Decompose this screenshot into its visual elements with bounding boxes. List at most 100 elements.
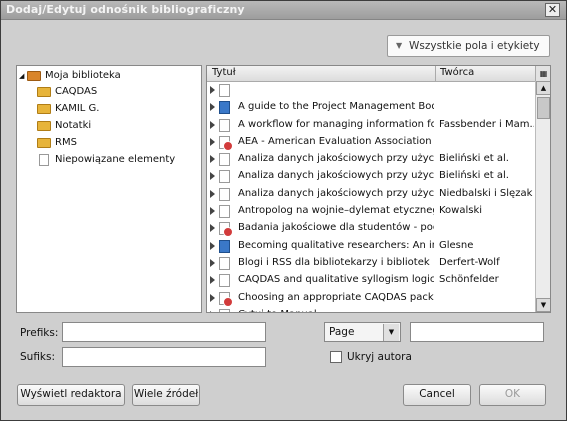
folder-icon [37, 104, 51, 114]
table-row[interactable]: Cytuj.to Manual [207, 307, 535, 312]
table-row[interactable]: AEA - American Evaluation Association : … [207, 134, 535, 151]
expand-arrow-icon[interactable] [210, 224, 215, 233]
article-icon [219, 84, 230, 97]
article-icon [219, 118, 230, 132]
expand-arrow-icon[interactable] [210, 293, 215, 302]
webpage-icon [219, 308, 230, 312]
folder-icon [37, 138, 51, 148]
book-icon [219, 239, 230, 253]
window-title: Dodaj/Edytuj odnośnik bibliograficzny [6, 3, 245, 16]
row-title: Becoming qualitative researchers: An int… [238, 239, 434, 251]
scroll-down-icon[interactable]: ▼ [536, 298, 550, 312]
folder-icon [37, 121, 51, 131]
scroll-up-icon[interactable]: ▲ [536, 81, 550, 95]
article-icon [219, 170, 230, 184]
locator-select[interactable]: Page ▼ [324, 322, 401, 342]
prefix-label: Prefiks: [20, 327, 59, 339]
table-row[interactable] [207, 82, 535, 99]
expand-arrow-icon[interactable] [210, 172, 215, 181]
column-divider[interactable] [435, 66, 436, 81]
expand-arrow-icon[interactable] [210, 120, 215, 129]
row-creator: Bieliński et al. [439, 153, 509, 165]
article-icon [219, 256, 230, 270]
expand-arrow-icon[interactable] [210, 103, 215, 112]
cancel-button[interactable]: Cancel [403, 384, 471, 406]
library-icon [27, 71, 41, 81]
article-icon [219, 153, 230, 167]
row-title: CAQDAS and qualitative syllogism logic—.… [238, 274, 434, 286]
locator-value: Page [329, 326, 355, 338]
search-filter-label: Wszystkie pola i etykiety [409, 40, 540, 52]
table-rows: A guide to the Project Management Body..… [207, 82, 535, 312]
row-title: Analiza danych jakościowych przy użyciu … [238, 153, 434, 165]
expand-arrow-icon[interactable] [210, 86, 215, 94]
article-icon [219, 274, 230, 288]
table-row[interactable]: Analiza danych jakościowych przy użyciu … [207, 151, 535, 168]
row-title: A workflow for managing information for … [238, 118, 434, 130]
table-row[interactable]: Analiza danych jakościowych przy użyciu … [207, 186, 535, 203]
article-icon [219, 205, 230, 219]
row-title: A guide to the Project Management Body..… [238, 101, 434, 113]
row-title: AEA - American Evaluation Association : … [238, 135, 434, 147]
title-bar[interactable]: Dodaj/Edytuj odnośnik bibliograficzny ✕ [1, 1, 566, 20]
prefix-input[interactable] [62, 322, 266, 342]
search-filter-dropdown[interactable]: ▼ Wszystkie pola i etykiety [387, 35, 550, 57]
column-picker-icon[interactable]: ▦ [535, 66, 550, 81]
collection-label: KAMIL G. [55, 103, 100, 114]
table-header: Tytuł Twórca [207, 66, 535, 82]
library-root-label: Moja biblioteka [45, 70, 121, 81]
dialog-window: Dodaj/Edytuj odnośnik bibliograficzny ✕ … [0, 0, 567, 421]
table-row[interactable]: A workflow for managing information for … [207, 117, 535, 134]
hide-author-checkbox[interactable] [330, 351, 342, 363]
row-creator: Bieliński et al. [439, 170, 509, 182]
document-icon [39, 154, 49, 166]
library-tree[interactable]: ◢ Moja biblioteka CAQDAS KAMIL G. Notatk… [16, 65, 202, 313]
expand-arrow-icon[interactable] [210, 189, 215, 198]
table-row[interactable]: Becoming qualitative researchers: An int… [207, 238, 535, 255]
table-row[interactable]: Badania jakościowe dla studentów - podr.… [207, 220, 535, 238]
scroll-thumb[interactable] [537, 97, 550, 119]
chevron-down-icon: ▼ [396, 41, 403, 50]
collection-label: Notatki [55, 120, 92, 131]
show-editor-button[interactable]: Wyświetl redaktora [17, 384, 125, 406]
expand-arrow-icon[interactable]: ◢ [19, 72, 24, 80]
expand-arrow-icon[interactable] [210, 276, 215, 285]
row-title: Cytuj.to Manual [238, 309, 434, 312]
expand-arrow-icon[interactable] [210, 207, 215, 216]
row-title: Choosing an appropriate CAQDAS package [238, 291, 434, 303]
table-row[interactable]: Analiza danych jakościowych przy użyciu … [207, 168, 535, 185]
expand-arrow-icon[interactable] [210, 310, 215, 312]
row-creator: Fassbender i Mam... [439, 118, 534, 130]
suffix-label: Sufiks: [20, 351, 56, 363]
webpage-icon [219, 291, 233, 307]
row-creator: Schönfelder [439, 274, 499, 286]
table-row[interactable]: Choosing an appropriate CAQDAS package [207, 290, 535, 307]
expand-arrow-icon[interactable] [210, 137, 215, 146]
unfiled-label: Niepowiązane elementy [55, 154, 176, 165]
row-title: Badania jakościowe dla studentów - podr.… [238, 222, 434, 234]
expand-arrow-icon[interactable] [210, 241, 215, 250]
book-icon [219, 101, 230, 115]
table-row[interactable]: Blogi i RSS dla bibliotekarzy i bibliote… [207, 255, 535, 272]
webpage-icon [219, 222, 233, 238]
row-title: Antropolog na wojnie–dylemat etycznego..… [238, 205, 434, 217]
ok-button[interactable]: OK [479, 384, 546, 406]
row-title: Blogi i RSS dla bibliotekarzy i bibliote… [238, 256, 430, 268]
locator-input[interactable] [410, 322, 544, 342]
multiple-sources-button[interactable]: Wiele źródeł [132, 384, 200, 406]
close-button[interactable]: ✕ [545, 3, 560, 17]
items-table[interactable]: Tytuł Twórca ▦ A guide to the Project Ma… [206, 65, 551, 313]
table-row[interactable]: A guide to the Project Management Body..… [207, 99, 535, 116]
table-row[interactable]: CAQDAS and qualitative syllogism logic—.… [207, 272, 535, 289]
expand-arrow-icon[interactable] [210, 258, 215, 267]
article-icon [219, 187, 230, 201]
expand-arrow-icon[interactable] [210, 155, 215, 164]
table-row[interactable]: Antropolog na wojnie–dylemat etycznego..… [207, 203, 535, 220]
column-header-creator[interactable]: Twórca [440, 67, 474, 78]
webpage-icon [219, 135, 233, 151]
vertical-scrollbar[interactable]: ▲ ▼ [535, 81, 550, 312]
row-title: Analiza danych jakościowych przy użyciu … [238, 170, 434, 182]
column-header-title[interactable]: Tytuł [212, 67, 236, 78]
suffix-input[interactable] [62, 347, 266, 367]
row-creator: Glesne [439, 239, 474, 251]
